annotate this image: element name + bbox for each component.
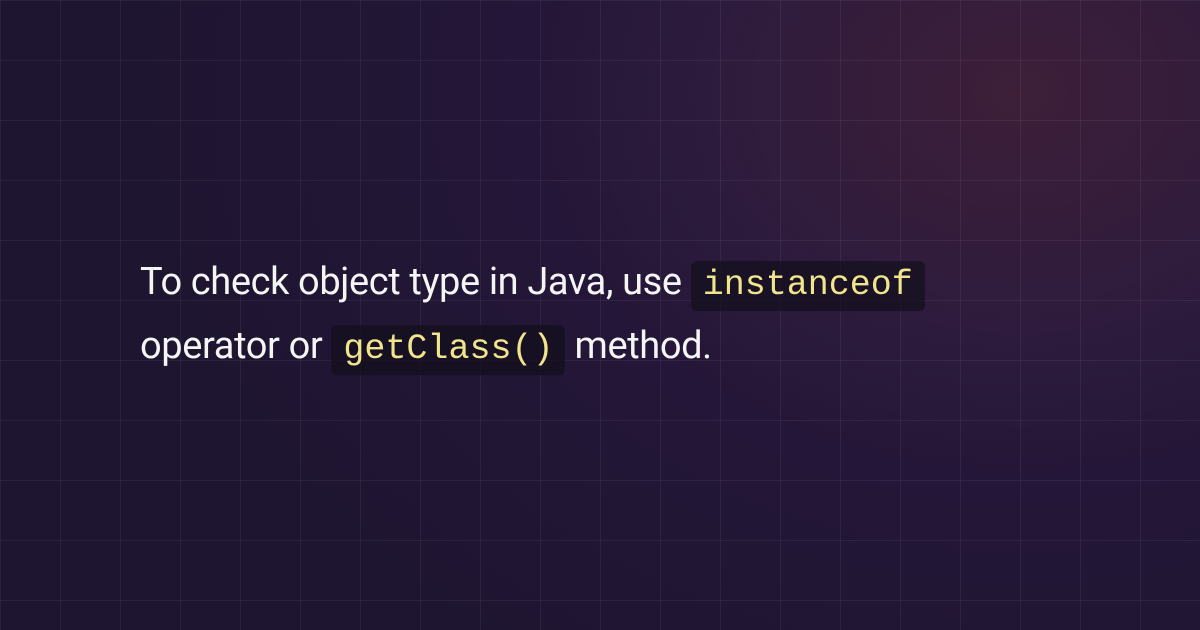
text-segment-2: operator or [140,324,331,368]
text-segment-1: To check object type in Java, use [140,260,691,304]
code-getclass: getClass() [331,325,565,375]
explanation-text: To check object type in Java, use instan… [140,251,1060,379]
content-container: To check object type in Java, use instan… [120,251,1080,379]
code-instanceof: instanceof [691,261,925,311]
text-segment-3: method. [565,324,711,368]
